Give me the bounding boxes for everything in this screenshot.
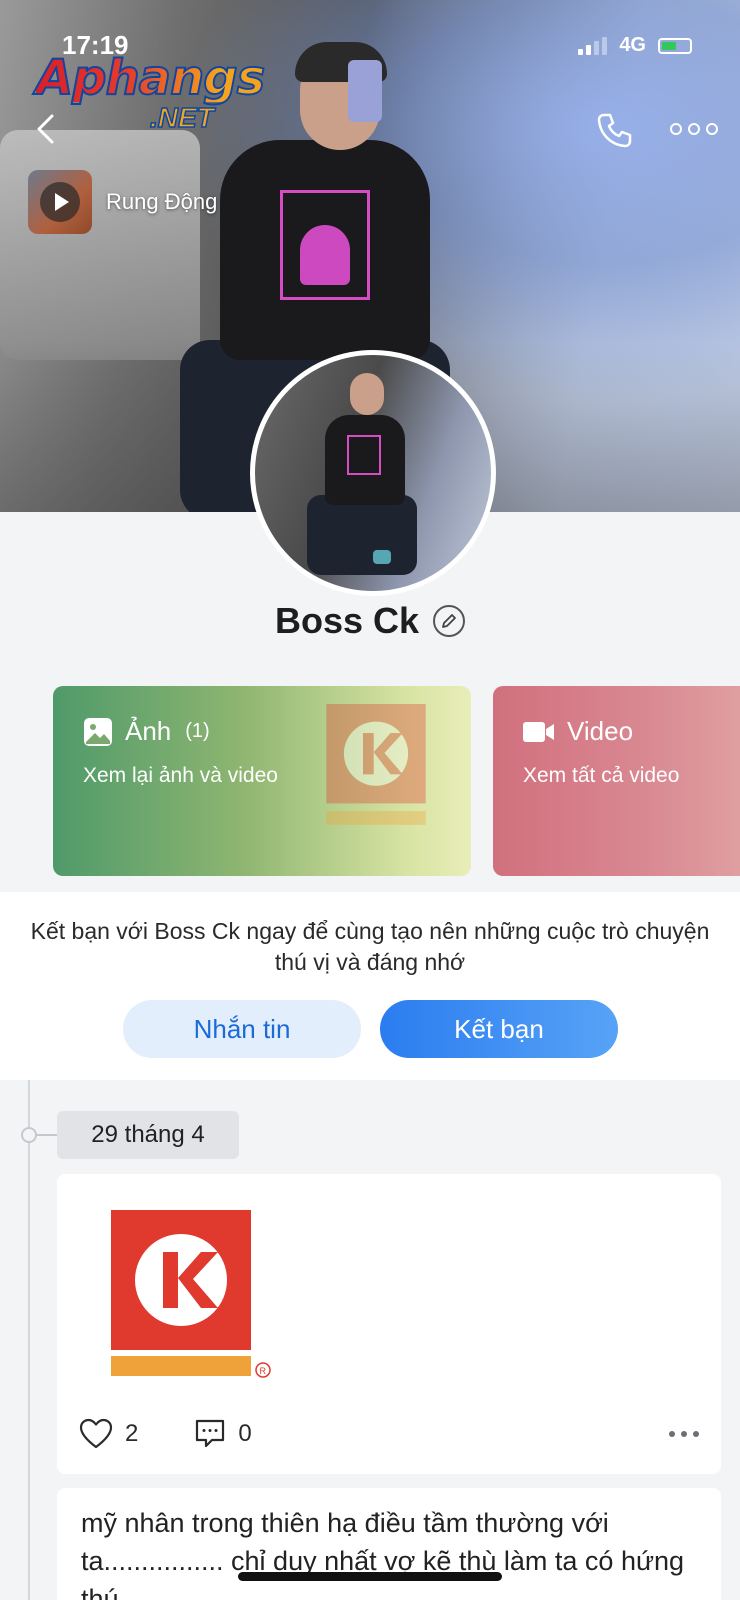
comment-button[interactable]: 0 (194, 1418, 252, 1450)
image-icon (84, 717, 112, 746)
post-text: mỹ nhân trong thiên hạ điều tầm thường v… (81, 1508, 685, 1600)
video-camera-icon (523, 721, 554, 742)
profile-name: Boss Ck (274, 600, 420, 641)
timeline-dot (21, 1127, 37, 1143)
status-indicators: 4G (578, 34, 692, 57)
like-count: 2 (125, 1420, 139, 1447)
edit-nickname-button[interactable] (433, 605, 466, 637)
comment-count: 0 (238, 1420, 252, 1447)
add-friend-section: Kết bạn với Boss Ck ngay để cùng tạo nên… (0, 892, 740, 1080)
post-actions: 2 0 (79, 1414, 699, 1454)
heart-icon (79, 1418, 113, 1449)
photos-card[interactable]: Ảnh (1) Xem lại ảnh và video (53, 686, 471, 876)
phone-icon (597, 113, 632, 148)
videos-card-title: Video (567, 716, 634, 746)
add-friend-button[interactable]: Kết bạn (380, 1000, 618, 1058)
timeline-date: 29 tháng 4 (57, 1111, 239, 1159)
svg-text:R: R (260, 1366, 267, 1376)
play-icon[interactable] (40, 182, 80, 222)
more-options-button[interactable] (670, 118, 722, 140)
battery-icon (658, 37, 692, 54)
avatar[interactable] (250, 350, 496, 596)
message-button[interactable]: Nhắn tin (123, 1000, 361, 1058)
music-title: Rung Động (106, 189, 218, 214)
like-button[interactable]: 2 (79, 1418, 138, 1450)
timeline-line (28, 1080, 30, 1600)
profile-music[interactable]: Rung Động (28, 170, 248, 234)
photos-count: (1) (185, 720, 210, 742)
videos-card-subtitle: Xem tất cả video (523, 764, 680, 787)
more-icon (670, 123, 682, 135)
network-type: 4G (619, 34, 646, 56)
add-friend-prompt: Kết bạn với Boss Ck ngay để cùng tạo nên… (30, 918, 710, 975)
watermark-logo: Aphangs .NET (35, 50, 266, 134)
post-card[interactable]: R 2 0 (57, 1174, 721, 1474)
photos-card-subtitle: Xem lại ảnh và video (83, 764, 278, 787)
back-button[interactable] (30, 112, 64, 146)
comment-icon (196, 1419, 225, 1448)
post-card[interactable]: mỹ nhân trong thiên hạ điều tầm thường v… (57, 1488, 721, 1600)
post-more-button[interactable] (669, 1431, 699, 1437)
videos-card[interactable]: Video Xem tất cả video (493, 686, 740, 876)
photos-card-title: Ảnh (125, 716, 172, 746)
edit-icon (442, 614, 456, 628)
circle-k-logo (326, 704, 426, 825)
call-button[interactable] (594, 110, 634, 150)
music-thumbnail (28, 170, 92, 234)
back-icon (37, 114, 54, 144)
profile-name-row: Boss Ck (0, 600, 740, 642)
home-indicator[interactable] (238, 1572, 502, 1581)
signal-icon (578, 36, 608, 55)
post-image[interactable]: R (111, 1210, 281, 1380)
